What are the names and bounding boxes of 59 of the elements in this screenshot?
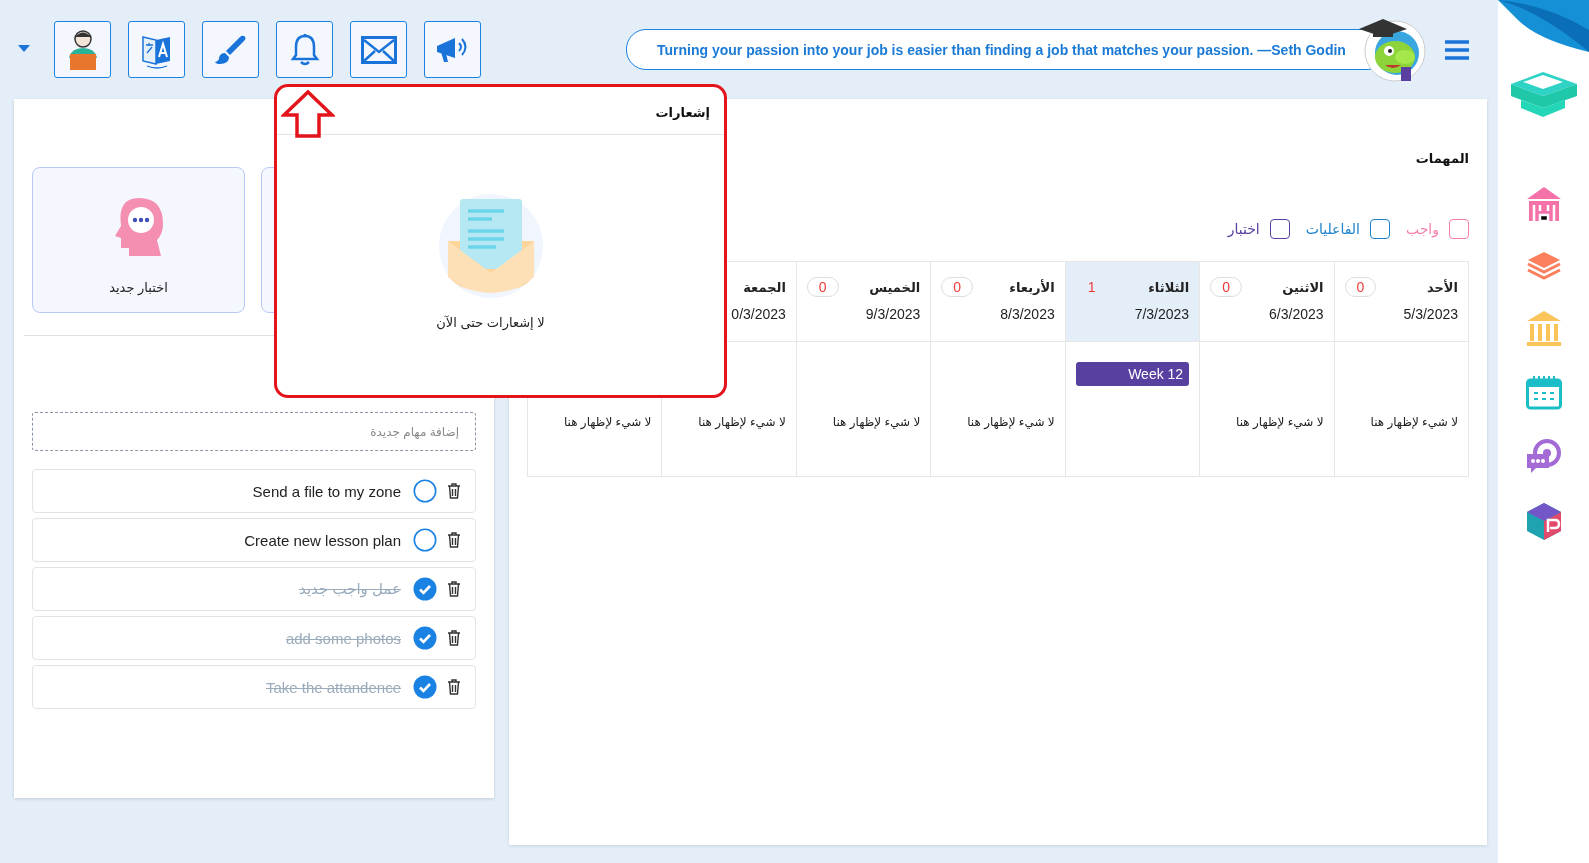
up-arrow-icon (281, 89, 335, 139)
bell-icon (288, 32, 321, 67)
day-date: 0/3/2023 (730, 306, 786, 322)
logo-icon[interactable] (1508, 70, 1579, 118)
task-text: Send a file to my zone (252, 482, 401, 500)
empty-text: لا شيء لإظهار هنا (831, 415, 921, 429)
trash-icon[interactable] (447, 532, 461, 548)
megaphone-button[interactable] (424, 21, 481, 78)
translate-button[interactable] (128, 21, 185, 78)
task-checkbox[interactable] (413, 626, 437, 650)
day-date: 5/3/2023 (1402, 306, 1458, 322)
legend-item[interactable]: اختبار (1227, 219, 1290, 239)
empty-text: لا شيء لإظهار هنا (966, 415, 1055, 429)
day-date: 9/3/2023 (864, 306, 921, 322)
day-name: الثلاثاء (1148, 279, 1190, 295)
empty-text: لا شيء لإظهار هنا (562, 415, 652, 429)
task-text: add some photos (285, 629, 401, 647)
teacher-button[interactable] (54, 21, 111, 78)
mail-button[interactable] (350, 21, 407, 78)
empty-text: لا شيء لإظهار هنا (1369, 415, 1458, 429)
task-checkbox[interactable] (413, 479, 437, 503)
new-task-field[interactable]: إضافة مهام جديدة (32, 412, 476, 451)
cube-icon[interactable] (1525, 502, 1562, 540)
task-checkbox[interactable] (413, 528, 437, 552)
paintbrush-button[interactable] (202, 21, 259, 78)
task-checkbox[interactable] (413, 577, 437, 601)
task-text: عمل واجب جديد (299, 580, 401, 598)
new-quiz-card[interactable]: اختبار جديد (32, 167, 245, 313)
day-name: الخميس (869, 279, 921, 295)
notification-bell-button[interactable] (276, 21, 333, 78)
empty-text: لا شيء لإظهار هنا (697, 415, 786, 429)
day-name: الاثنين (1282, 279, 1324, 295)
event-tag[interactable]: Week 12 (1075, 362, 1190, 386)
caret-icon[interactable] (18, 45, 30, 52)
day-name: الأربعاء (1009, 279, 1055, 295)
empty-text: لا شيء لإظهار هنا (1235, 415, 1324, 429)
trash-icon[interactable] (447, 581, 461, 597)
day-date: 8/3/2023 (999, 306, 1055, 322)
day-name: الأحد (1427, 279, 1458, 295)
trash-icon[interactable] (447, 679, 461, 695)
panel-title: المهمات (1414, 151, 1469, 166)
empty-message: لا إشعارات حتى الآن (436, 315, 545, 330)
day-name: الجمعة (743, 279, 786, 295)
mail-icon (360, 35, 397, 64)
trash-icon[interactable] (447, 483, 461, 499)
event-count: 1 (1086, 278, 1097, 297)
day-date: 7/3/2023 (1133, 306, 1190, 322)
legend-item[interactable]: الفاعليات (1305, 219, 1390, 239)
task-checkbox[interactable] (413, 675, 437, 699)
trash-icon[interactable] (447, 630, 461, 646)
books-icon[interactable] (1525, 250, 1562, 282)
chat-podcast-icon[interactable] (1525, 438, 1562, 474)
day-date: 6/3/2023 (1268, 306, 1324, 322)
school-icon[interactable] (1525, 186, 1562, 222)
calendar-icon[interactable] (1525, 374, 1562, 410)
menu-icon[interactable] (1444, 39, 1469, 60)
task-text: Create new lesson plan (244, 531, 401, 549)
page-corner-icon (1498, 0, 1589, 52)
task-text: Take the attandence (265, 678, 401, 696)
